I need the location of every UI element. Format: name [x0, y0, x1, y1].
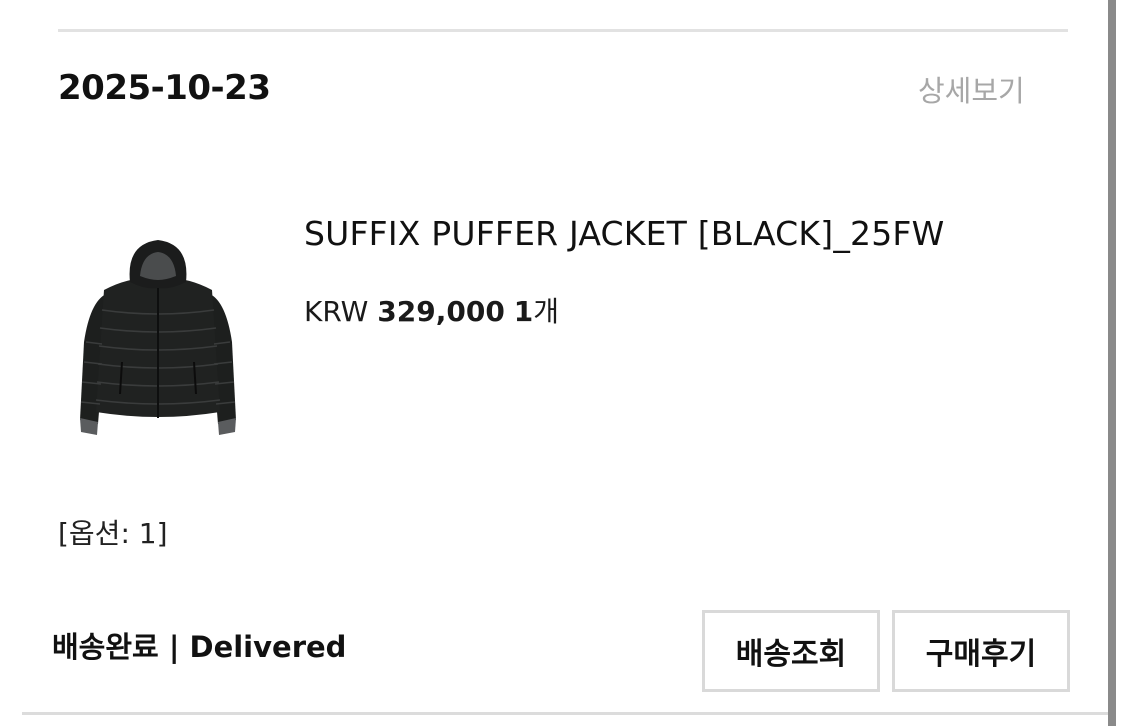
quantity-unit: 개 — [533, 295, 559, 328]
order-date: 2025-10-23 — [58, 68, 271, 108]
quantity-number: 1 — [513, 295, 534, 328]
scrollbar[interactable] — [1108, 0, 1116, 726]
price-amount: 329,000 — [377, 295, 505, 328]
product-option: [옵션: 1] — [58, 517, 168, 550]
bottom-divider — [22, 712, 1108, 715]
price-line: KRW 329,000 1개 — [304, 290, 559, 330]
puffer-jacket-icon — [80, 240, 236, 435]
view-details-link[interactable]: 상세보기 — [918, 68, 1025, 110]
product-image[interactable] — [70, 232, 246, 440]
track-delivery-button[interactable]: 배송조회 — [702, 610, 880, 692]
price-currency: KRW — [304, 295, 369, 328]
top-divider — [58, 29, 1068, 32]
delivery-status: 배송완료 | Delivered — [52, 630, 347, 664]
product-name[interactable]: SUFFIX PUFFER JACKET [BLACK]_25FW — [304, 214, 944, 253]
write-review-button[interactable]: 구매후기 — [892, 610, 1070, 692]
